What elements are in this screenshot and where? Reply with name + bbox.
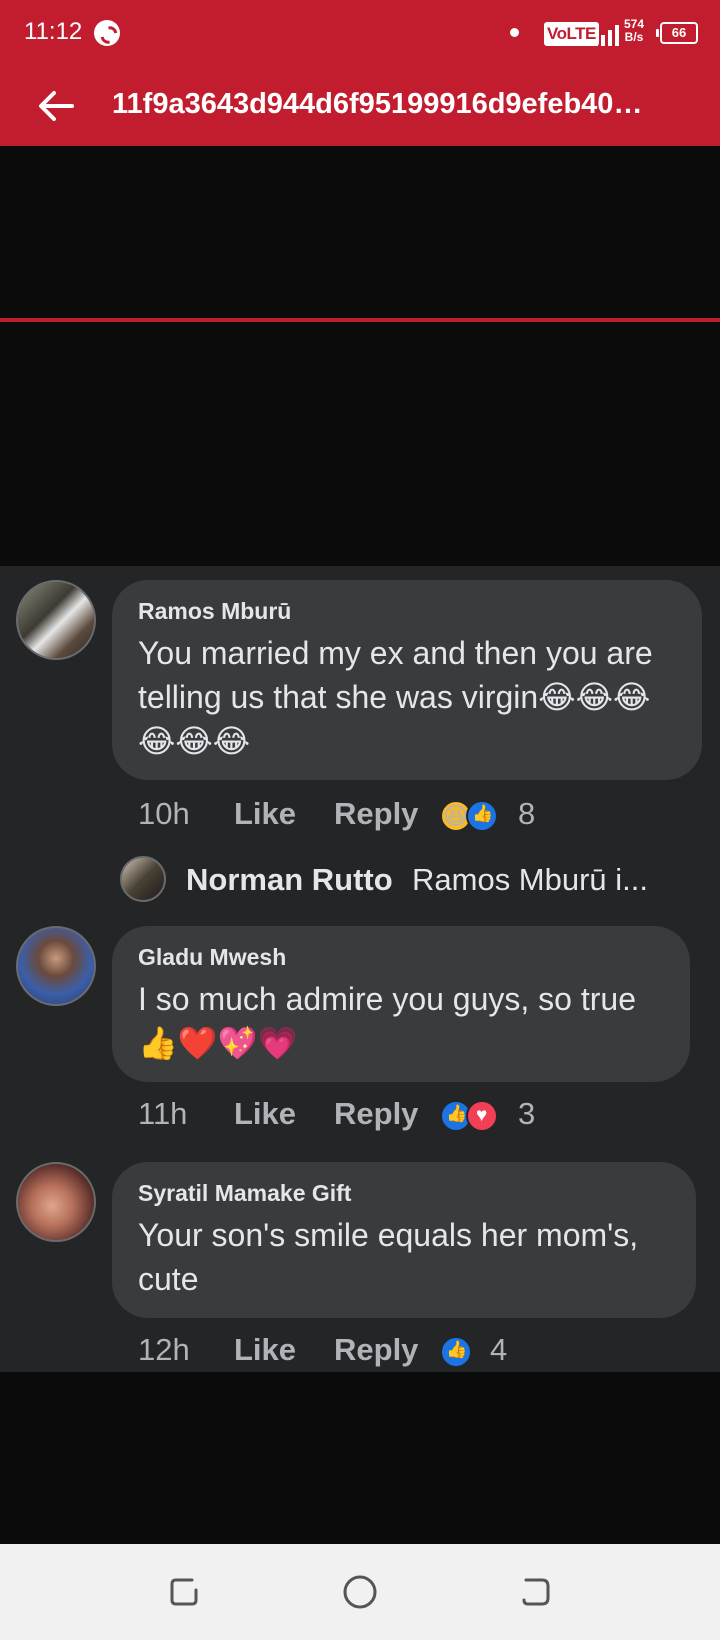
reply-preview[interactable]: Norman Rutto Ramos Mburū i... <box>120 856 710 906</box>
avatar[interactable] <box>16 580 96 660</box>
like-button[interactable]: Like <box>234 796 296 832</box>
comment-author[interactable]: Gladu Mwesh <box>138 944 664 971</box>
reply-button[interactable]: Reply <box>334 1332 418 1368</box>
comment-text: I so much admire you guys, so true 👍❤️💖💗 <box>138 981 636 1061</box>
comment-age: 12h <box>138 1332 190 1367</box>
comment-author[interactable]: Ramos Mburū <box>138 598 676 625</box>
reply-button[interactable]: Reply <box>334 796 418 832</box>
comment-bubble[interactable]: Ramos Mburū You married my ex and then y… <box>112 580 702 780</box>
comment-age: 10h <box>138 796 190 831</box>
back-nav-icon[interactable] <box>516 1572 556 1612</box>
reply-author[interactable]: Norman Rutto <box>186 862 393 898</box>
speed-value: 574 <box>624 17 645 31</box>
comment-actions: 10h Like Reply 8 <box>138 796 708 836</box>
comment-bubble[interactable]: Syratil Mamake Gift Your son's smile equ… <box>112 1162 696 1318</box>
comment-text: Your son's smile equals her mom's, cute <box>138 1217 639 1297</box>
recents-icon[interactable] <box>164 1572 204 1612</box>
reaction-summary[interactable]: 4 <box>440 1332 540 1372</box>
title-bar: 11f9a3643d944d6f95199916d9efeb40… <box>0 66 720 146</box>
reaction-summary[interactable]: 3 <box>440 1096 560 1136</box>
clock: 11:12 <box>24 18 83 45</box>
like-button[interactable]: Like <box>234 1096 296 1132</box>
home-icon[interactable] <box>340 1572 380 1612</box>
reaction-count: 8 <box>518 796 536 831</box>
comment-bubble[interactable]: Gladu Mwesh I so much admire you guys, s… <box>112 926 690 1082</box>
avatar[interactable] <box>120 856 166 902</box>
love-reaction-icon <box>466 1100 498 1132</box>
volte-badge: VoLTE <box>544 22 599 46</box>
arrow-left-icon[interactable] <box>36 88 76 124</box>
comment-author[interactable]: Syratil Mamake Gift <box>138 1180 670 1207</box>
like-reaction-icon <box>466 800 498 832</box>
video-player[interactable] <box>0 146 720 566</box>
comment-actions: 11h Like Reply 3 <box>138 1096 708 1136</box>
comment-text: You married my ex and then you are telli… <box>138 635 653 759</box>
avatar[interactable] <box>16 926 96 1006</box>
notification-dot-icon <box>510 28 519 37</box>
like-reaction-icon <box>440 1336 472 1368</box>
shazam-icon <box>94 20 120 46</box>
network-speed: 574 B/s <box>624 18 644 44</box>
reply-text: Ramos Mburū i... <box>412 862 649 897</box>
app-bar: 11:12 VoLTE 574 B/s 66 11f9a3643d944d6f9… <box>0 0 720 146</box>
speed-unit: B/s <box>624 30 644 44</box>
status-bar: 11:12 VoLTE 574 B/s 66 <box>0 0 720 66</box>
like-button[interactable]: Like <box>234 1332 296 1368</box>
reaction-count: 4 <box>490 1332 508 1367</box>
reaction-summary[interactable]: 8 <box>440 796 560 836</box>
reaction-count: 3 <box>518 1096 536 1131</box>
battery-icon: 66 <box>656 22 698 44</box>
system-nav-bar <box>0 1544 720 1640</box>
avatar[interactable] <box>16 1162 96 1242</box>
video-progress-line[interactable] <box>0 318 720 322</box>
page-title: 11f9a3643d944d6f95199916d9efeb40… <box>112 88 643 120</box>
reply-button[interactable]: Reply <box>334 1096 418 1132</box>
comment-actions: 12h Like Reply 4 <box>138 1332 708 1372</box>
comment-age: 11h <box>138 1096 188 1131</box>
signal-icon <box>594 22 620 46</box>
